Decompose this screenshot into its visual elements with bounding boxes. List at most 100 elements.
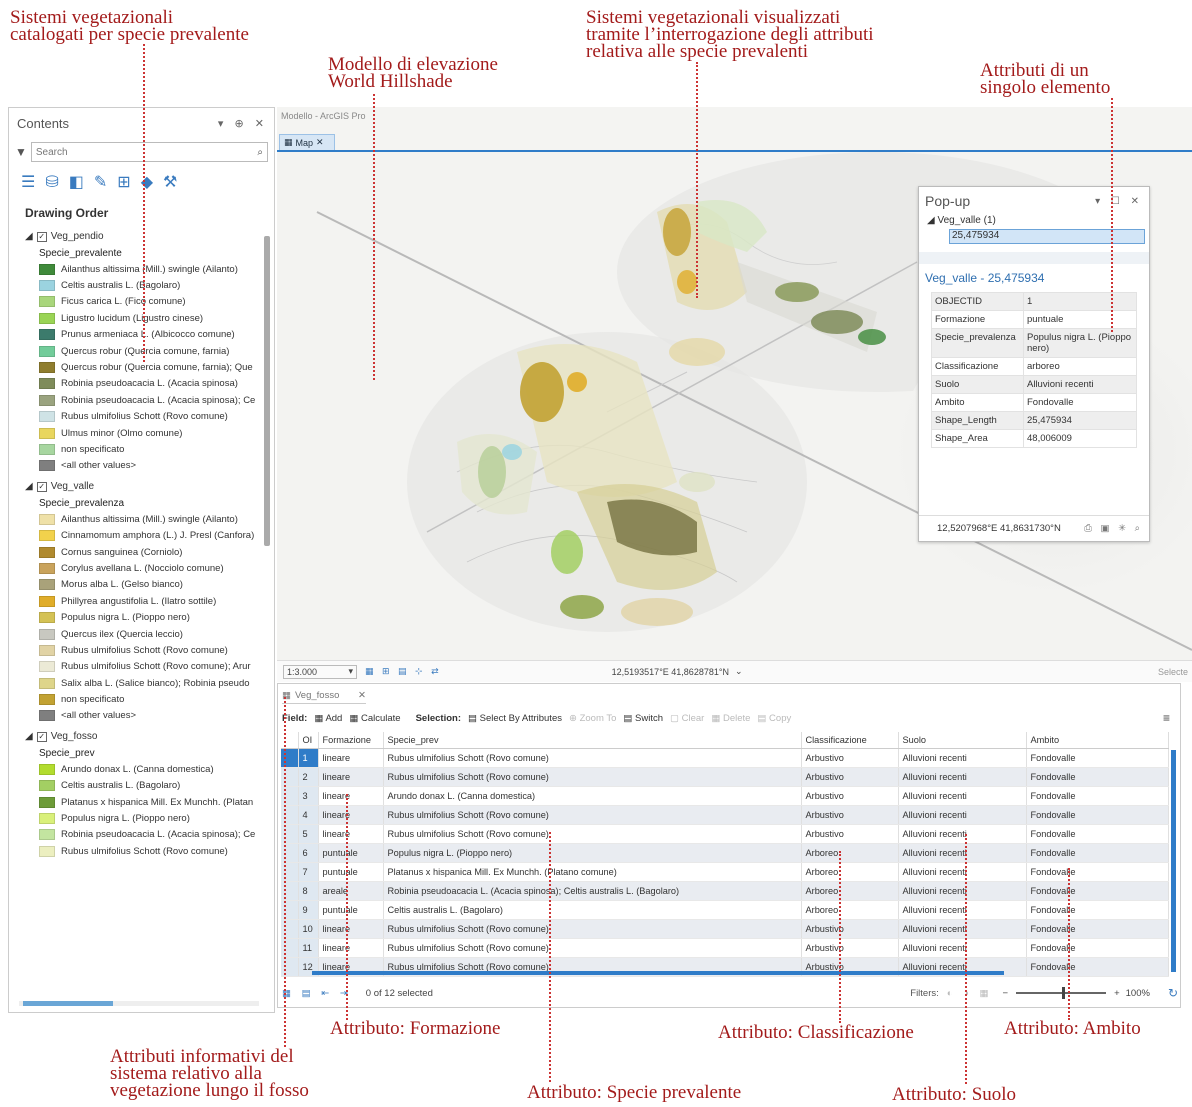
table-cell[interactable]: Arbustivo (801, 786, 899, 806)
table-cell[interactable]: 2 (298, 767, 319, 787)
legend-item[interactable]: Ficus carica L. (Fico comune) (9, 294, 274, 310)
table-cell[interactable]: 10 (298, 919, 319, 939)
menu-icon[interactable]: ≡ (1163, 711, 1170, 725)
layer-veg-pendio[interactable]: ◢ ✓ Veg_pendio (9, 228, 274, 245)
table-cell[interactable]: Fondovalle (1026, 862, 1169, 882)
table-cell[interactable]: Rubus ulmifolius Schott (Rovo comune) (383, 824, 802, 844)
clear-selection-button[interactable]: ▢ Clear (670, 713, 704, 724)
table-row[interactable]: 11 lineare Rubus ulmifolius Schott (Rovo c… (281, 938, 1169, 958)
legend-item[interactable]: Robinia pseudoacacia L. (Acacia spinosa)… (9, 827, 274, 843)
table-cell[interactable]: Arboreo (801, 881, 899, 901)
table-horizontal-scrollbar[interactable] (312, 971, 1004, 975)
legend-item[interactable]: Ulmus minor (Olmo comune) (9, 425, 274, 441)
selection-icon[interactable]: ◧ (69, 172, 84, 192)
map-status-icons[interactable]: ▦ ⊞ ▤ ⊹ ⇄ (365, 666, 442, 677)
table-cell[interactable]: Fondovalle (1026, 919, 1169, 939)
drawing-order-icon[interactable]: ☰ (21, 172, 35, 192)
data-source-icon[interactable]: ⛁ (45, 172, 58, 192)
legend-item[interactable]: Rubus ulmifolius Schott (Rovo comune) (9, 642, 274, 658)
table-row[interactable]: 9 puntuale Celtis australis L. (Bagolaro) A… (281, 900, 1169, 920)
layer-veg-fosso[interactable]: ◢ ✓ Veg_fosso (9, 728, 274, 745)
refresh-icon[interactable]: ↻ (1168, 986, 1178, 1000)
add-field-button[interactable]: ▦ Add (314, 713, 342, 724)
contents-horizontal-scrollbar[interactable] (19, 1001, 259, 1006)
column-header[interactable]: Suolo (898, 732, 1027, 749)
scale-selector[interactable]: 1:3.000 ▾ (283, 664, 357, 679)
popup-footer-icons[interactable]: ⎙ ▣ ✳ ⌕ (1084, 523, 1143, 534)
expand-icon[interactable]: ◢ (25, 231, 33, 242)
legend-item[interactable]: Quercus ilex (Quercia leccio) (9, 626, 274, 642)
table-cell[interactable]: puntuale (318, 843, 384, 863)
legend-item[interactable]: Prunus armeniaca L. (Albicocco comune) (9, 327, 274, 343)
calculate-field-button[interactable]: ▦ Calculate (349, 713, 400, 724)
table-cell[interactable]: Fondovalle (1026, 881, 1169, 901)
table-cell[interactable]: Arbustivo (801, 919, 899, 939)
table-cell[interactable]: 4 (298, 805, 319, 825)
table-cell[interactable]: Alluvioni recenti (898, 748, 1027, 768)
column-header[interactable]: Ambito (1026, 732, 1169, 749)
legend-item[interactable]: Celtis australis L. (Bagolaro) (9, 277, 274, 293)
legend-item[interactable]: non specificato (9, 441, 274, 457)
table-row[interactable]: 5 lineare Rubus ulmifolius Schott (Rovo co… (281, 824, 1169, 844)
table-cell[interactable]: Arbustivo (801, 805, 899, 825)
table-row[interactable]: 4 lineare Rubus ulmifolius Schott (Rovo co… (281, 805, 1169, 825)
column-header[interactable]: Classificazione (801, 732, 899, 749)
legend-item[interactable]: Rubus ulmifolius Schott (Rovo comune); A… (9, 659, 274, 675)
column-header[interactable]: Formazione (318, 732, 384, 749)
table-cell[interactable]: Arbustivo (801, 767, 899, 787)
popup-tree-layer[interactable]: ◢ Veg_valle (1) (919, 215, 1149, 229)
table-cell[interactable]: 6 (298, 843, 319, 863)
table-cell[interactable]: Alluvioni recenti (898, 881, 1027, 901)
table-cell[interactable]: 3 (298, 786, 319, 806)
table-vertical-scrollbar[interactable] (1171, 750, 1176, 972)
tab-map[interactable]: ▦ Map ✕ (279, 134, 335, 151)
table-cell[interactable]: Alluvioni recenti (898, 767, 1027, 787)
close-icon[interactable]: ✕ (358, 690, 366, 701)
table-cell[interactable]: Fondovalle (1026, 938, 1169, 958)
table-cell[interactable]: Fondovalle (1026, 767, 1169, 787)
table-cell[interactable]: 11 (298, 938, 319, 958)
table-cell[interactable]: lineare (318, 938, 384, 958)
table-cell[interactable]: Fondovalle (1026, 824, 1169, 844)
table-cell[interactable]: lineare (318, 748, 384, 768)
table-row[interactable]: 3 lineare Arundo donax L. (Canna domestica… (281, 786, 1169, 806)
legend-item[interactable]: Salix alba L. (Salice bianco); Robinia p… (9, 675, 274, 691)
legend-item[interactable]: Populus nigra L. (Pioppo nero) (9, 609, 274, 625)
legend-item[interactable]: <all other values> (9, 708, 274, 724)
table-row[interactable]: 6 puntuale Populus nigra L. (Pioppo nero) A… (281, 843, 1169, 863)
table-row[interactable]: 10 lineare Rubus ulmifolius Schott (Rovo c… (281, 919, 1169, 939)
table-cell[interactable]: Alluvioni recenti (898, 786, 1027, 806)
popup-controls[interactable]: ▾ ☐ ✕ (1095, 196, 1143, 207)
legend-item[interactable]: Cinnamomum amphora (L.) J. Presl (Canfor… (9, 527, 274, 543)
table-cell[interactable]: Rubus ulmifolius Schott (Rovo comune) (383, 767, 802, 787)
table-cell[interactable]: Arbustivo (801, 938, 899, 958)
legend-item[interactable]: Rubus ulmifolius Schott (Rovo comune) (9, 843, 274, 859)
table-cell[interactable]: Rubus ulmifolius Schott (Rovo comune) (383, 805, 802, 825)
table-cell[interactable]: 1 (298, 748, 319, 768)
legend-item[interactable]: Quercus robur (Quercia comune, farnia); … (9, 359, 274, 375)
table-cell[interactable]: Rubus ulmifolius Schott (Rovo comune) (383, 938, 802, 958)
table-cell[interactable]: Robinia pseudoacacia L. (Acacia spinosa)… (383, 881, 802, 901)
legend-item[interactable]: Ailanthus altissima (Mill.) swingle (Ail… (9, 511, 274, 527)
zoom-in-icon[interactable]: + (1114, 988, 1120, 999)
table-cell[interactable]: Alluvioni recenti (898, 900, 1027, 920)
column-header[interactable]: Specie_prev (383, 732, 802, 749)
table-cell[interactable]: Fondovalle (1026, 786, 1169, 806)
selected-features-label[interactable]: Selecte (1158, 667, 1188, 677)
table-cell[interactable]: 9 (298, 900, 319, 920)
table-cell[interactable]: Arboreo (801, 843, 899, 863)
table-cell[interactable]: lineare (318, 824, 384, 844)
legend-item[interactable]: Robinia pseudoacacia L. (Acacia spinosa)… (9, 392, 274, 408)
legend-item[interactable]: Corylus avellana L. (Nocciolo comune) (9, 560, 274, 576)
legend-item[interactable]: Quercus robur (Quercia comune, farnia) (9, 343, 274, 359)
expand-icon[interactable]: ◢ (25, 481, 33, 492)
filter-icons[interactable]: ◐ ◑ ▦ (947, 988, 993, 999)
zoom-to-button[interactable]: ⊕ Zoom To (569, 713, 616, 724)
table-cell[interactable]: Rubus ulmifolius Schott (Rovo comune) (383, 919, 802, 939)
table-row[interactable]: 1 lineare Rubus ulmifolius Schott (Rovo co… (281, 748, 1169, 768)
legend-item[interactable]: Ailanthus altissima (Mill.) swingle (Ail… (9, 261, 274, 277)
search-icon[interactable]: ⌕ (257, 147, 263, 158)
table-cell[interactable]: puntuale (318, 900, 384, 920)
legend-item[interactable]: Phillyrea angustifolia L. (Ilatro sottil… (9, 593, 274, 609)
table-cell[interactable]: Alluvioni recenti (898, 862, 1027, 882)
